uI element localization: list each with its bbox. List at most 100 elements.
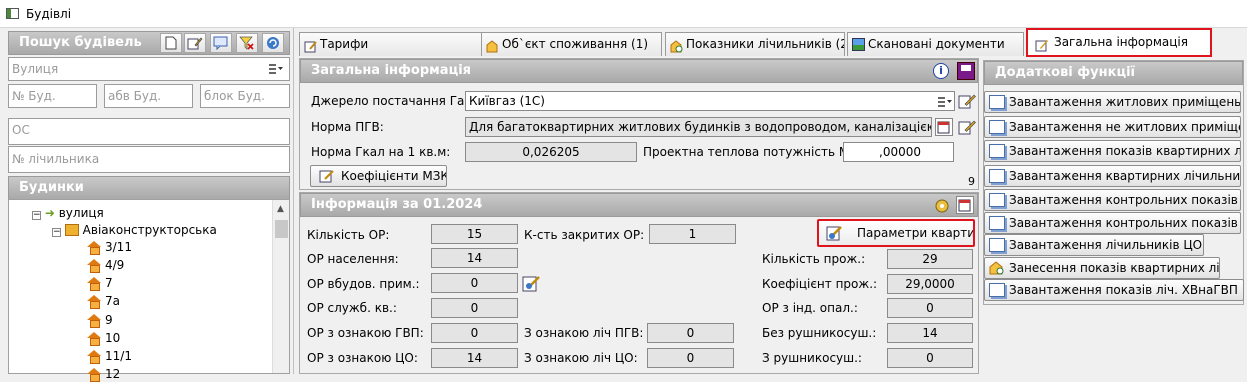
house-icon bbox=[87, 259, 101, 273]
meter-number-input[interactable]: № лічильника bbox=[8, 146, 290, 173]
tab-consumption-object[interactable]: Об`єкт споживання (1) bbox=[481, 32, 662, 56]
builtin-edit-icon[interactable] bbox=[522, 274, 542, 294]
load-apartment-meters-button[interactable]: Завантаження квартирних лічильників bbox=[984, 165, 1241, 187]
with-towel-dryer-field: 0 bbox=[887, 348, 973, 368]
tree-house[interactable]: 7 bbox=[87, 275, 113, 291]
calendar-icon[interactable] bbox=[935, 118, 953, 136]
gvp-or-value: 0 bbox=[470, 326, 479, 340]
extra-functions-title: Додаткові функції bbox=[995, 65, 1136, 80]
settings-icon[interactable] bbox=[934, 197, 951, 217]
house-letter-input[interactable]: абв Буд. bbox=[104, 84, 193, 108]
edit-icon[interactable] bbox=[958, 118, 976, 139]
extra-functions-header: Додаткові функції bbox=[984, 61, 1243, 85]
co-or-value: 14 bbox=[466, 351, 483, 365]
load-apartment-readings-label: Завантаження показів квартирних ліч. bbox=[1009, 144, 1241, 158]
scroll-up-icon[interactable]: ▲ bbox=[277, 204, 284, 214]
tree-node-street[interactable]: − ➜ вулиця bbox=[32, 205, 104, 221]
co-or-label: ОР з ознакою ЦО: bbox=[307, 351, 418, 365]
buildings-header-label: Будинки bbox=[19, 180, 84, 195]
arrow-right-icon: ➜ bbox=[44, 206, 55, 220]
tab-meter-readings[interactable]: Показники лічильників (2) bbox=[665, 32, 845, 56]
resident-coeff-label: Коефіцієнт прож.: bbox=[762, 277, 878, 291]
builtin-or-field: 0 bbox=[431, 273, 518, 293]
pgv-norm-value: Для багатоквартирних житлових будинків з… bbox=[469, 120, 931, 134]
gcal-norm-label: Норма Гкал на 1 кв.м: bbox=[311, 145, 451, 159]
street-dropdown-icon[interactable] bbox=[268, 63, 284, 75]
co-meter-value: 0 bbox=[686, 351, 695, 365]
tab-general-info[interactable]: Загальна інформація bbox=[1026, 28, 1212, 57]
with-towel-dryer-value: 0 bbox=[926, 351, 934, 365]
gvp-or-field: 0 bbox=[431, 323, 518, 343]
individual-heating-value: 0 bbox=[926, 301, 934, 315]
collapse-icon[interactable]: − bbox=[52, 228, 61, 237]
apartment-params-button[interactable]: Параметри квартир bbox=[817, 219, 975, 247]
tab-label: Загальна інформація bbox=[1054, 35, 1188, 49]
tree-house[interactable]: 3/11 bbox=[87, 239, 132, 255]
load-nonresidential-button[interactable]: Завантаження не житлових приміщень bbox=[984, 116, 1241, 138]
gcal-norm-value: 0,026205 bbox=[522, 145, 580, 159]
gas-source-select[interactable]: Київгаз (1С) bbox=[465, 91, 955, 111]
tree-house[interactable]: 4/9 bbox=[87, 257, 124, 273]
thermal-power-value: ,00000 bbox=[879, 145, 921, 159]
tree-house-label: 3/11 bbox=[105, 240, 132, 254]
load-apartment-readings-button[interactable]: Завантаження показів квартирних ліч. bbox=[984, 140, 1241, 162]
enter-apartment-readings-label: Занесення показів квартирних ліч. bbox=[1009, 261, 1220, 275]
save-icon[interactable] bbox=[957, 62, 975, 80]
scrollbar-thumb[interactable] bbox=[275, 220, 288, 238]
block-input[interactable]: блок Буд. bbox=[200, 84, 290, 108]
meter-tab-icon bbox=[670, 38, 683, 53]
edit-icon[interactable] bbox=[958, 92, 976, 113]
no-towel-dryer-field: 14 bbox=[887, 323, 973, 343]
os-input[interactable]: ОС bbox=[8, 118, 290, 145]
comment-icon[interactable] bbox=[210, 33, 232, 53]
load-residential-button[interactable]: Завантаження житлових приміщень bbox=[984, 91, 1241, 113]
or-count-label: Кількість ОР: bbox=[307, 228, 390, 242]
street-input[interactable]: Вулиця bbox=[8, 57, 290, 81]
thermal-power-input[interactable]: ,00000 bbox=[843, 142, 954, 162]
tree-node-aviakonstruktorska[interactable]: − Авіаконструкторська bbox=[52, 222, 217, 238]
pane-divider[interactable] bbox=[293, 28, 294, 374]
load-apartment-meters-label: Завантаження квартирних лічильників bbox=[1009, 169, 1241, 183]
edit-icon[interactable] bbox=[184, 33, 206, 53]
house-number-placeholder: № Буд. bbox=[12, 89, 56, 103]
tree-house[interactable]: 12 bbox=[87, 366, 120, 382]
collapse-icon[interactable]: − bbox=[32, 211, 41, 220]
tree-house[interactable]: 7а bbox=[87, 293, 120, 309]
tab-tariffs[interactable]: Тарифи bbox=[299, 32, 482, 56]
residents-value: 29 bbox=[922, 252, 938, 266]
service-or-field: 0 bbox=[431, 298, 518, 318]
record-counter: 9 bbox=[968, 175, 975, 188]
tree-house[interactable]: 9 bbox=[87, 312, 113, 328]
tree-house[interactable]: 10 bbox=[87, 330, 120, 346]
calendar-icon[interactable] bbox=[956, 196, 974, 214]
window-title: Будівлі bbox=[26, 7, 72, 21]
pgv-norm-field: Для багатоквартирних житлових будинків з… bbox=[465, 117, 932, 137]
dropdown-icon[interactable] bbox=[937, 96, 953, 111]
house-icon bbox=[87, 368, 101, 382]
new-document-icon[interactable] bbox=[160, 33, 182, 53]
load-residential-label: Завантаження житлових приміщень bbox=[1009, 95, 1241, 109]
co-meter-field: 0 bbox=[647, 348, 734, 368]
refresh-icon[interactable] bbox=[262, 33, 284, 53]
meter-entry-icon bbox=[989, 261, 1005, 275]
clear-filter-icon[interactable] bbox=[236, 33, 258, 53]
house-icon bbox=[87, 295, 101, 309]
tab-scanned-docs[interactable]: Скановані документи bbox=[847, 32, 1024, 56]
tree-house-label: 7 bbox=[105, 276, 113, 290]
gas-source-label: Джерело постачання Газу: bbox=[311, 94, 482, 108]
buildings-tree[interactable]: − ➜ вулиця − Авіаконструкторська 3/11 4/… bbox=[8, 199, 290, 382]
info-icon[interactable]: i bbox=[933, 63, 949, 79]
load-control-co-button[interactable]: Завантаження контрольних показів ЦО bbox=[984, 212, 1241, 234]
mzk-coefficients-button[interactable]: Коефіцієнти МЗК bbox=[310, 165, 447, 187]
load-control-gv-label: Завантаження контрольних показів ГВ bbox=[1009, 193, 1241, 207]
load-hv-gvp-readings-button[interactable]: Завантаження показів ліч. ХВнаГВП bbox=[984, 279, 1244, 301]
house-number-input[interactable]: № Буд. bbox=[8, 84, 97, 108]
document-icon bbox=[989, 283, 1005, 297]
enter-apartment-readings-button[interactable]: Занесення показів квартирних ліч. bbox=[984, 257, 1220, 279]
load-control-gv-button[interactable]: Завантаження контрольних показів ГВ bbox=[984, 189, 1241, 211]
co-meter-label: З ознакою ліч ЦО: bbox=[524, 351, 638, 365]
tree-house[interactable]: 11/1 bbox=[87, 348, 132, 364]
pgv-meter-value: 0 bbox=[686, 326, 695, 340]
tree-scrollbar[interactable]: ▲ bbox=[272, 200, 289, 373]
load-co-meters-button[interactable]: Завантаження лічильників ЦО bbox=[984, 234, 1204, 256]
